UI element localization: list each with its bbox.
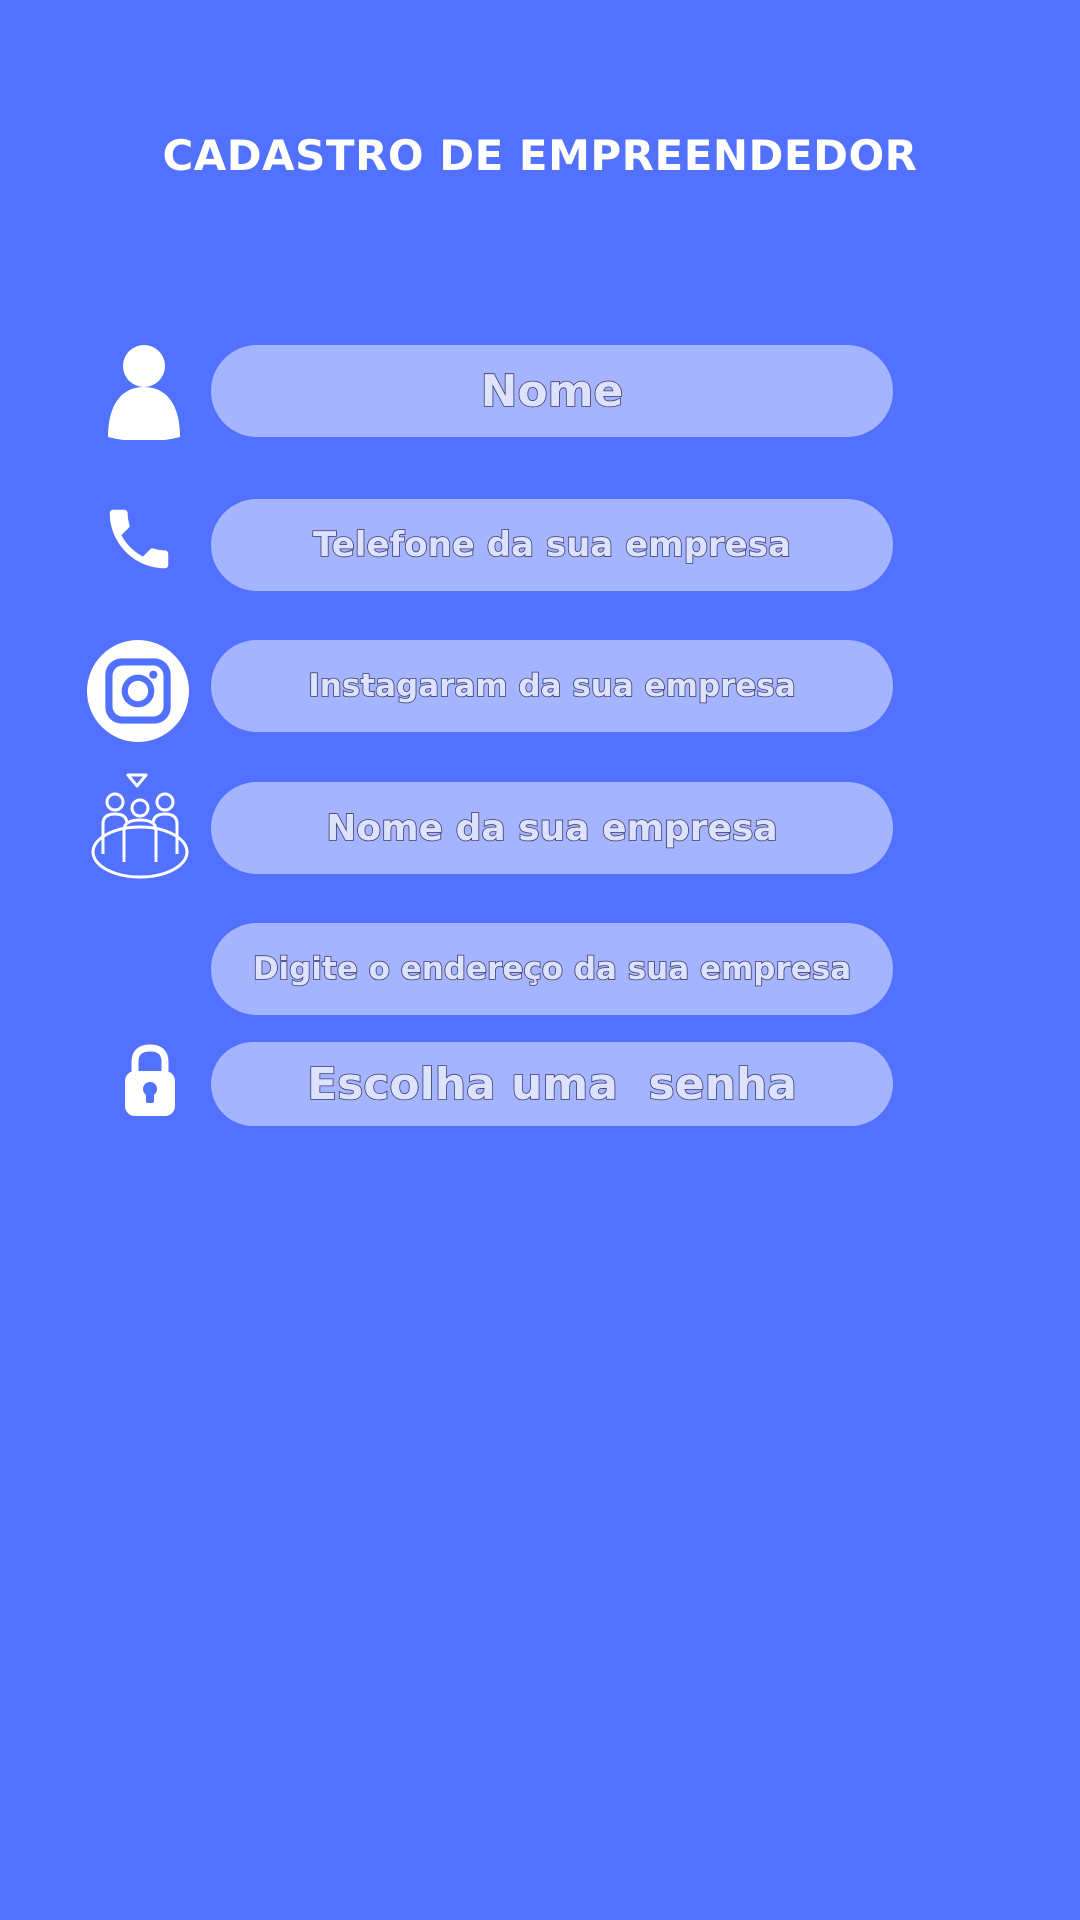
name-field[interactable]: Nome: [211, 345, 893, 437]
phone-icon: [109, 509, 169, 569]
phone-field-label: Telefone da sua empresa: [312, 524, 791, 566]
password-field[interactable]: Escolha uma senha: [211, 1042, 893, 1126]
page-title: CADASTRO DE EMPREENDEDOR: [162, 131, 918, 180]
company-name-field[interactable]: Nome da sua empresa: [211, 782, 893, 874]
instagram-field-label: Instagaram da sua empresa: [307, 667, 796, 705]
phone-field[interactable]: Telefone da sua empresa: [211, 499, 893, 591]
name-field-label: Nome: [480, 365, 624, 418]
company-name-field-label: Nome da sua empresa: [325, 807, 778, 850]
password-field-label: Escolha uma senha: [306, 1058, 797, 1111]
address-field[interactable]: Digite o endereço da sua empresa: [211, 923, 893, 1015]
lock-icon: [125, 1044, 175, 1116]
instagram-field[interactable]: Instagaram da sua empresa: [211, 640, 893, 732]
person-icon: [108, 345, 180, 440]
instagram-icon: [87, 640, 189, 742]
team-icon: [91, 773, 189, 879]
address-field-label: Digite o endereço da sua empresa: [252, 950, 852, 988]
